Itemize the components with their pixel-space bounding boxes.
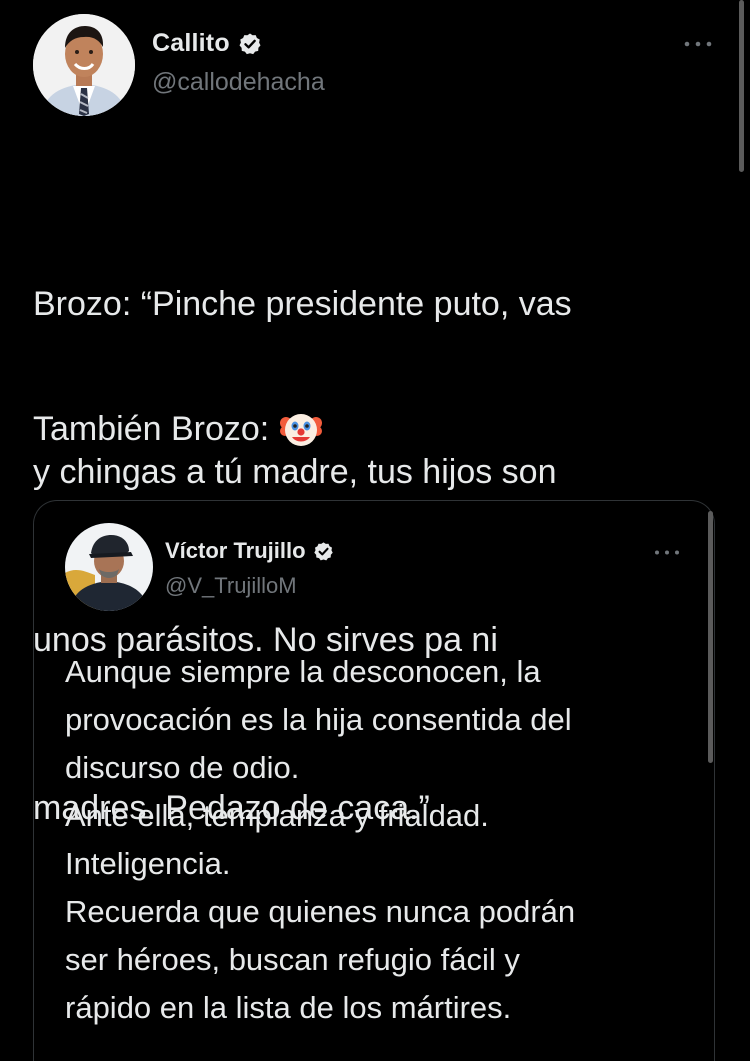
page-scrollbar[interactable] — [739, 0, 744, 172]
verified-badge-icon — [313, 541, 334, 562]
verified-badge-icon — [238, 32, 262, 56]
quoted-scrollbar[interactable] — [708, 511, 713, 763]
author-avatar[interactable] — [33, 14, 135, 116]
more-horizontal-icon — [655, 550, 679, 554]
quoted-tweet-text: Aunque siempre la desconocen, la provoca… — [65, 648, 675, 1032]
quoted-text-line: discurso de odio. — [65, 750, 300, 785]
quoted-tweet-card[interactable]: Víctor Trujillo @V_TrujilloM Aunque siem… — [33, 500, 715, 1061]
quoted-author-display-name[interactable]: Víctor Trujillo — [165, 538, 306, 564]
quoted-text-line: ser héroes, buscan refugio fácil y — [65, 942, 520, 977]
tweet-also-text: También Brozo: — [33, 410, 270, 448]
clown-face-emoji-icon — [279, 407, 323, 451]
quoted-author-name-row: Víctor Trujillo — [165, 538, 334, 564]
quoted-author-avatar[interactable] — [65, 523, 153, 611]
more-options-button[interactable] — [680, 34, 716, 54]
tweet: Callito @callodehacha Brozo: “Pinche pre… — [0, 0, 750, 1061]
avatar-image — [65, 523, 153, 611]
quoted-text-line: provocación es la hija consentida del — [65, 702, 572, 737]
more-horizontal-icon — [684, 41, 712, 47]
tweet-text-line: Brozo: “Pinche presidente puto, vas — [33, 285, 572, 323]
author-name-row: Callito — [152, 29, 262, 58]
quoted-text-line: rápido en la lista de los mártires. — [65, 990, 512, 1025]
author-handle[interactable]: @callodehacha — [152, 68, 325, 97]
quoted-text-line: Ante ella, templanza y frialdad. — [65, 798, 489, 833]
quoted-author-handle[interactable]: @V_TrujilloM — [165, 573, 297, 599]
quoted-text-line: Inteligencia. — [65, 846, 231, 881]
quoted-text-line: Aunque siempre la desconocen, la — [65, 654, 541, 689]
tweet-also-line: También Brozo: — [33, 401, 323, 457]
author-display-name[interactable]: Callito — [152, 29, 230, 58]
quoted-text-line: Recuerda que quienes nunca podrán — [65, 894, 576, 929]
quoted-more-options-button[interactable] — [651, 543, 683, 561]
avatar-image — [33, 14, 135, 116]
